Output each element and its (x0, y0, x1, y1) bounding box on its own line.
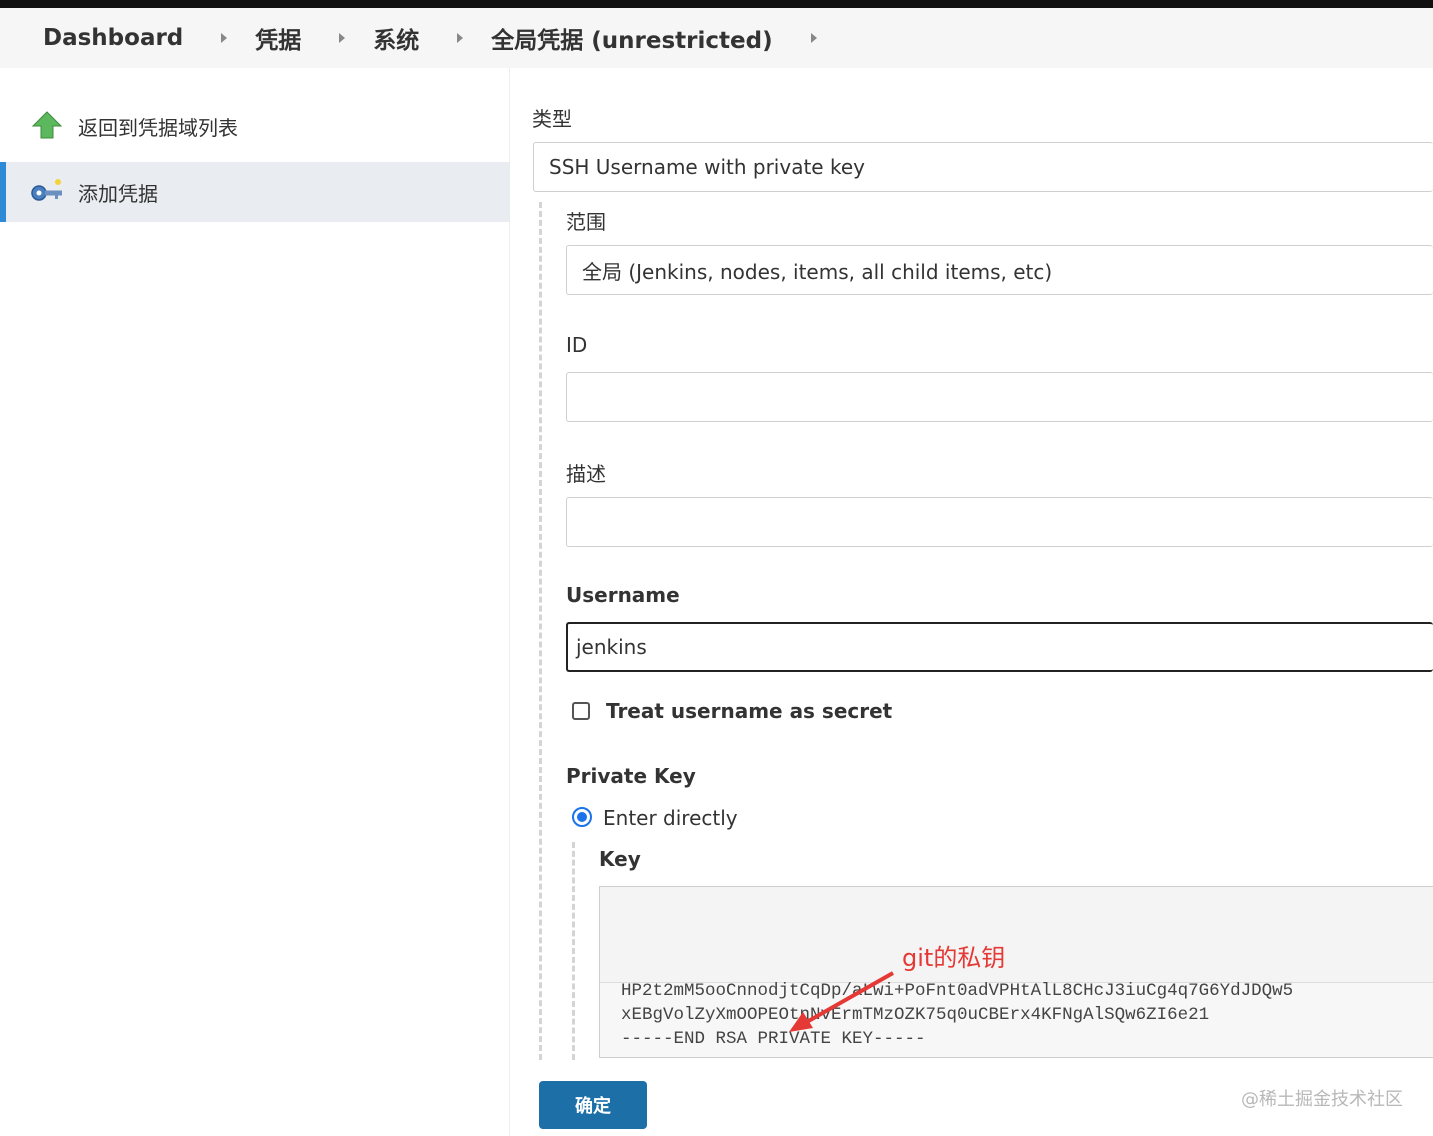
key-textarea-header (600, 887, 1433, 983)
breadcrumb: Dashboard 凭据 系统 全局凭据 (unrestricted) (0, 8, 1433, 68)
username-field[interactable]: jenkins (566, 622, 1433, 672)
treat-username-secret-checkbox[interactable] (572, 702, 590, 720)
chevron-right-icon[interactable] (810, 33, 817, 43)
annotation-arrow-icon (789, 971, 894, 1032)
sidebar-item-add-credentials[interactable]: 添加凭据 (0, 162, 510, 222)
key-textarea[interactable]: HP2t2mM5ooCnnodjtCqDp/aLwi+PoFnt0adVPHtA… (599, 886, 1433, 1058)
submit-button[interactable]: 确定 (539, 1081, 647, 1129)
sidebar-item-label: 添加凭据 (78, 181, 158, 206)
enter-directly-radio[interactable] (572, 807, 592, 827)
annotation-text: git的私钥 (902, 944, 1006, 972)
top-bar (0, 0, 1433, 8)
key-line: xEBgVolZyXmOOPEOtnNvErmTMzOZK75q0uCBErx4… (621, 1005, 1210, 1025)
type-label: 类型 (532, 107, 572, 131)
type-select[interactable]: SSH Username with private key (533, 142, 1433, 192)
sidebar-item-back[interactable]: 返回到凭据域列表 (0, 96, 510, 156)
id-field[interactable] (566, 372, 1433, 422)
breadcrumb-credentials[interactable]: 凭据 (255, 21, 301, 55)
enter-directly-label[interactable]: Enter directly (603, 806, 738, 830)
nested-section-border (539, 202, 542, 1060)
key-line: -----END RSA PRIVATE KEY----- (621, 1029, 926, 1049)
watermark: @稀土掘金技术社区 (1241, 1089, 1403, 1110)
breadcrumb-global-credentials[interactable]: 全局凭据 (unrestricted) (491, 21, 772, 55)
key-icon (31, 179, 62, 201)
breadcrumb-dashboard[interactable]: Dashboard (43, 25, 183, 51)
key-label: Key (599, 847, 641, 871)
id-label: ID (566, 333, 588, 357)
key-text: HP2t2mM5ooCnnodjtCqDp/aLwi+PoFnt0adVPHtA… (621, 979, 1293, 1051)
breadcrumb-system[interactable]: 系统 (373, 21, 419, 55)
sidebar: 返回到凭据域列表 添加凭据 (0, 68, 510, 1136)
treat-username-secret-label[interactable]: Treat username as secret (606, 699, 892, 723)
key-line: HP2t2mM5ooCnnodjtCqDp/aLwi+PoFnt0adVPHtA… (621, 981, 1294, 1001)
username-label: Username (566, 583, 680, 607)
credential-form: 类型 SSH Username with private key 范围 全局 (… (511, 68, 1433, 1136)
key-section-border (572, 842, 575, 1060)
description-label: 描述 (566, 462, 606, 486)
description-field[interactable] (566, 497, 1433, 547)
chevron-right-icon[interactable] (221, 33, 228, 43)
private-key-label: Private Key (566, 764, 696, 788)
scope-label: 范围 (566, 210, 606, 234)
green-up-arrow-icon (31, 111, 63, 139)
scope-select[interactable]: 全局 (Jenkins, nodes, items, all child ite… (566, 245, 1433, 295)
sidebar-item-label: 返回到凭据域列表 (78, 115, 238, 140)
chevron-right-icon[interactable] (457, 33, 464, 43)
chevron-right-icon[interactable] (339, 33, 346, 43)
